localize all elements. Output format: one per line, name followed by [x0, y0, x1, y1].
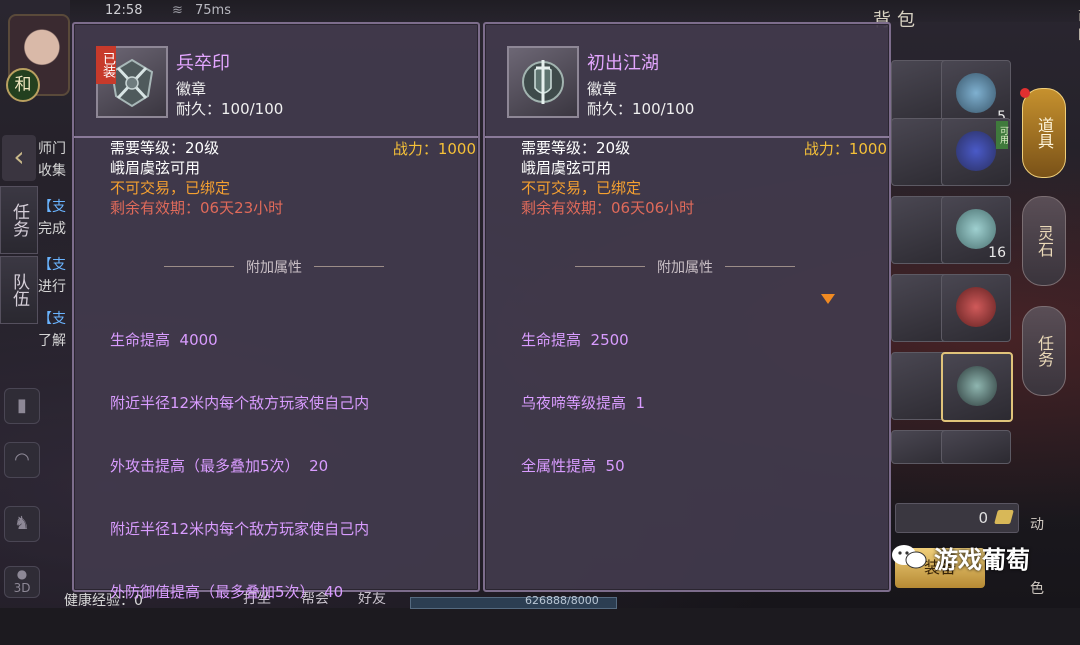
attribute-line: 外防御值提高（最多叠加5次） 40 — [110, 583, 344, 601]
combat-power: 战力：1000 — [803, 140, 887, 158]
combat-power: 战力：1000 — [392, 140, 476, 158]
section-divider: 附加属性 — [575, 257, 795, 276]
item-name: 初出江湖 — [587, 53, 659, 74]
tab-quests[interactable]: 任务 — [0, 186, 38, 254]
attribute-line: 外攻击提高（最多叠加5次） 20 — [110, 457, 329, 475]
quest-line: 进行 — [38, 279, 66, 295]
quest-list[interactable]: 师门 收集 【支 完成 【支 进行 【支 了解 — [38, 138, 74, 352]
item-durability: 耐久：100/100 — [587, 100, 695, 118]
quest-line: 完成 — [38, 221, 66, 237]
usable-by: 峨眉虞弦可用 — [110, 159, 201, 177]
attribute-line: 乌夜啼等级提高 1 — [521, 394, 646, 412]
attribute-list: 生命提高 2500 乌夜啼等级提高 1 全属性提高 50 — [521, 288, 645, 519]
required-level: 需要等级：20级 — [521, 139, 631, 157]
clock-text: 12:58 — [105, 3, 143, 18]
horse-icon[interactable]: ♞ — [4, 506, 40, 542]
tab-items[interactable]: 道具 — [1022, 88, 1066, 178]
item-icon-frame: 已装 — [96, 46, 168, 118]
required-level: 需要等级：20级 — [110, 139, 220, 157]
usable-by: 峨眉虞弦可用 — [521, 159, 612, 177]
attribute-line: 附近半径12米内每个敌方玩家使自己内 — [110, 394, 370, 412]
status-bar: 12:58 ≋ 75ms 背包 商阳 — [70, 0, 1080, 43]
money-value: 0 — [978, 509, 988, 527]
edge-label: 色 — [1030, 581, 1044, 597]
attribute-list: 生命提高 4000 附近半径12米内每个敌方玩家使自己内 外攻击提高（最多叠加5… — [110, 288, 369, 645]
battery-icon[interactable]: ▮ — [4, 388, 40, 424]
quest-line: 【支 — [38, 257, 66, 273]
chevron-left-icon[interactable]: ‹ — [2, 135, 36, 181]
divider-line — [314, 266, 384, 267]
expiry-time: 剩余有效期：06天23小时 — [110, 199, 284, 217]
eye-icon[interactable]: ◠ — [4, 442, 40, 478]
wifi-icon: ≋ — [172, 3, 183, 18]
tab-team[interactable]: 队伍 — [0, 256, 38, 324]
chat-bubble-icon — [890, 543, 928, 571]
stone-item-icon — [956, 209, 996, 249]
quest-line: 【支 — [38, 311, 66, 327]
badge-red-item-icon — [956, 287, 996, 327]
camera-3d-label: 3D — [13, 581, 31, 595]
item-name: 兵卒印 — [176, 53, 230, 74]
quest-line: 【支 — [38, 199, 66, 215]
exp-value: 626888/8000 — [525, 594, 599, 607]
section-divider: 附加属性 — [164, 257, 384, 276]
inventory-slot[interactable] — [941, 430, 1011, 464]
item-requirements: 需要等级：20级 峨眉虞弦可用 不可交易，已绑定 剩余有效期：06天06小时 — [521, 138, 694, 218]
notification-dot — [1020, 88, 1030, 98]
watermark: 游戏葡萄 — [890, 540, 1030, 574]
quest-line: 了解 — [38, 333, 66, 349]
avatar-badge: 和 — [6, 68, 40, 102]
fruit-item-icon — [956, 131, 996, 171]
item-tooltip-selected: 初出江湖 徽章 耐久：100/100 需要等级：20级 峨眉虞弦可用 不可交易，… — [483, 22, 891, 592]
attribute-line: 附近半径12米内每个敌方玩家使自己内 — [110, 520, 370, 538]
quest-line: 师门 — [38, 141, 66, 157]
attribute-line: 全属性提高 50 — [521, 457, 625, 475]
ingot-icon — [994, 510, 1014, 524]
trade-status: 不可交易，已绑定 — [110, 179, 231, 197]
divider-line — [725, 266, 795, 267]
usable-tag: 可用 — [996, 121, 1008, 149]
tab-spirit-stones[interactable]: 灵石 — [1022, 196, 1066, 286]
trade-status: 不可交易，已绑定 — [521, 179, 642, 197]
item-type: 徽章 — [587, 80, 618, 98]
item-durability: 耐久：100/100 — [176, 100, 284, 118]
tab-quest-items[interactable]: 任务 — [1022, 306, 1066, 396]
badge-item-icon — [957, 366, 997, 406]
section-title: 附加属性 — [657, 260, 713, 276]
edge-label: 动 — [1030, 517, 1044, 533]
item-type: 徽章 — [176, 80, 207, 98]
item-requirements: 需要等级：20级 峨眉虞弦可用 不可交易，已绑定 剩余有效期：06天23小时 — [110, 138, 283, 218]
expiry-time: 剩余有效期：06天06小时 — [521, 199, 695, 217]
attribute-line: 生命提高 2500 — [521, 331, 629, 349]
scarf-item-icon — [956, 73, 996, 113]
item-tooltip-equipped: 已装 兵卒印 徽章 耐久：100/100 需要等级：20级 峨眉虞弦可用 不可交… — [72, 22, 480, 601]
item-icon-frame — [507, 46, 579, 118]
sword-badge-icon — [522, 60, 564, 104]
section-title: 附加属性 — [246, 260, 302, 276]
camera-3d-icon[interactable]: ● 3D — [4, 566, 40, 598]
camera-icon: ● — [16, 567, 28, 581]
scroll-down-arrow-icon[interactable] — [821, 294, 835, 304]
inventory-slot[interactable]: 可用 — [941, 118, 1011, 186]
quest-line: 收集 — [38, 163, 66, 179]
watermark-text: 游戏葡萄 — [934, 545, 1030, 574]
inventory-slot-selected[interactable] — [941, 352, 1013, 422]
money-display: 0 — [895, 503, 1019, 533]
equipped-tag: 已装 — [96, 46, 116, 84]
inventory-slot[interactable]: 16 — [941, 196, 1011, 264]
attribute-line: 生命提高 4000 — [110, 331, 218, 349]
ping-text: 75ms — [195, 3, 231, 18]
inventory-slot[interactable] — [941, 274, 1011, 342]
item-count: 16 — [988, 245, 1006, 261]
